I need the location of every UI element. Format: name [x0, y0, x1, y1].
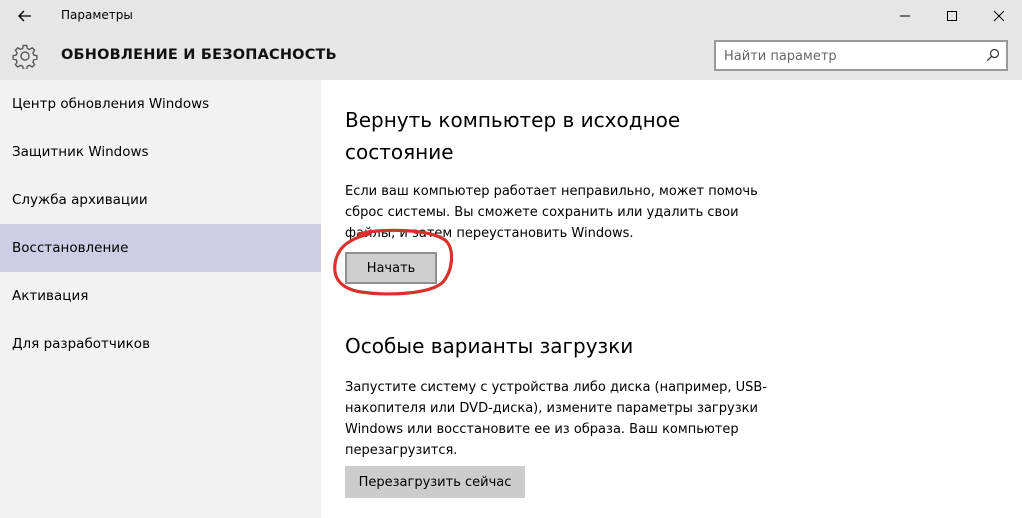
settings-header: ОБНОВЛЕНИЕ И БЕЗОПАСНОСТЬ [0, 32, 1022, 80]
sidebar-item-activation[interactable]: Активация [0, 272, 321, 320]
sidebar-item-windows-defender[interactable]: Защитник Windows [0, 128, 321, 176]
sidebar-item-label: Для разработчиков [12, 336, 151, 352]
sidebar-item-backup[interactable]: Служба архивации [0, 176, 321, 224]
page-title: ОБНОВЛЕНИЕ И БЕЗОПАСНОСТЬ [61, 47, 337, 63]
search-icon[interactable] [986, 48, 1000, 62]
window-title: Параметры [61, 8, 133, 22]
reset-section-title: Вернуть компьютер в исходное состояние [345, 108, 681, 164]
restart-now-button[interactable]: Перезагрузить сейчас [345, 466, 525, 498]
search-box[interactable] [714, 40, 1008, 71]
sidebar-item-label: Центр обновления Windows [12, 96, 210, 112]
get-started-button[interactable]: Начать [345, 252, 437, 284]
sidebar-item-developers[interactable]: Для разработчиков [0, 320, 321, 368]
close-button[interactable] [976, 0, 1022, 32]
maximize-icon [947, 11, 957, 21]
sidebar-item-recovery[interactable]: Восстановление [0, 224, 321, 272]
maximize-button[interactable] [929, 0, 975, 32]
search-input[interactable] [724, 47, 974, 65]
close-icon [993, 10, 1005, 22]
sidebar-item-label: Восстановление [12, 240, 129, 256]
sidebar-item-label: Служба архивации [12, 192, 148, 208]
arrow-left-icon [18, 10, 31, 22]
sidebar-item-label: Защитник Windows [12, 144, 149, 160]
title-bar: Параметры [0, 0, 1022, 32]
sidebar: Центр обновления Windows Защитник Window… [0, 80, 321, 518]
advanced-startup-description: Запустите систему с устройства либо диск… [345, 380, 767, 458]
sidebar-item-windows-update[interactable]: Центр обновления Windows [0, 80, 321, 128]
advanced-startup-title: Особые варианты загрузки [345, 334, 634, 358]
gear-icon [12, 44, 38, 69]
reset-description: Если ваш компьютер работает неправильно,… [345, 184, 758, 241]
minimize-button[interactable] [882, 0, 928, 32]
content-pane: Вернуть компьютер в исходное состояние Е… [321, 80, 1022, 518]
back-button[interactable] [8, 4, 42, 28]
minimize-icon [900, 15, 910, 17]
sidebar-item-label: Активация [12, 288, 89, 304]
